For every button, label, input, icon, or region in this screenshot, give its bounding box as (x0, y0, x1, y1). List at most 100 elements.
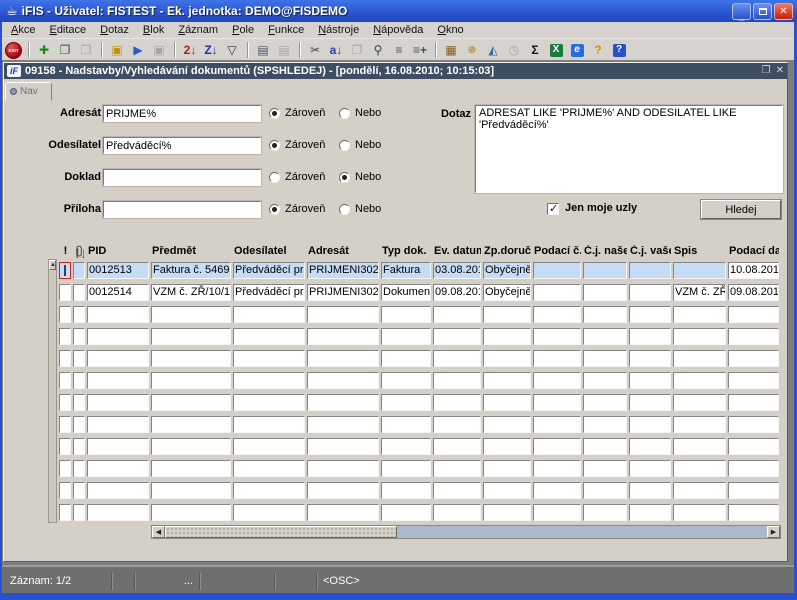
table-cell[interactable] (73, 371, 85, 389)
horizontal-scrollbar[interactable]: ◀ ▶ (151, 525, 781, 539)
table-cell[interactable] (629, 327, 671, 345)
table-cell[interactable] (629, 261, 671, 279)
table-cell[interactable] (673, 459, 726, 477)
table-cell[interactable] (433, 305, 481, 323)
table-cell[interactable] (433, 393, 481, 411)
table-cell[interactable]: 09.08.2010 (433, 283, 481, 301)
table-cell[interactable] (381, 349, 431, 367)
table-cell[interactable] (433, 327, 481, 345)
context-help-button[interactable]: ? (609, 41, 629, 59)
table-cell[interactable] (629, 415, 671, 433)
record-scrollbar[interactable]: ▲ (48, 259, 57, 523)
chart-button[interactable]: ◭ (483, 41, 503, 59)
priloha-nebo-radio[interactable] (339, 204, 350, 215)
table-cell[interactable] (728, 305, 779, 323)
table-cell[interactable] (233, 393, 305, 411)
table-cell[interactable] (583, 305, 627, 323)
table-cell[interactable] (728, 393, 779, 411)
table-cell[interactable] (673, 349, 726, 367)
table-cell[interactable] (483, 327, 531, 345)
table-cell[interactable] (59, 349, 71, 367)
table-cell[interactable]: 0012514 (87, 283, 149, 301)
table-cell[interactable] (483, 393, 531, 411)
table-cell[interactable] (151, 437, 231, 455)
table-cell[interactable] (233, 437, 305, 455)
table-cell[interactable] (381, 459, 431, 477)
table-cell[interactable] (151, 503, 231, 521)
table-cell[interactable] (307, 371, 379, 389)
helm-button[interactable]: ✵ (462, 41, 482, 59)
table-cell[interactable]: VZM č. ZŘ/0 (673, 283, 726, 301)
table-cell[interactable] (151, 349, 231, 367)
table-cell[interactable] (483, 371, 531, 389)
table-cell[interactable] (59, 283, 71, 301)
table-cell[interactable] (59, 503, 71, 521)
table-cell[interactable] (433, 503, 481, 521)
table-cell[interactable] (59, 393, 71, 411)
table-cell[interactable] (673, 393, 726, 411)
table-cell[interactable] (233, 327, 305, 345)
table-cell[interactable] (73, 393, 85, 411)
table-cell[interactable] (728, 481, 779, 499)
table-cell[interactable] (87, 481, 149, 499)
table-cell[interactable] (533, 437, 581, 455)
table-cell[interactable] (533, 327, 581, 345)
table-cell[interactable] (87, 305, 149, 323)
table-cell[interactable] (583, 327, 627, 345)
minimize-button[interactable]: _ (732, 2, 751, 21)
table-cell[interactable] (307, 437, 379, 455)
table-cell[interactable] (59, 327, 71, 345)
table-cell[interactable]: Faktura (381, 261, 431, 279)
list-of-values-button[interactable]: ≡ (389, 41, 409, 59)
table-cell[interactable] (233, 349, 305, 367)
table-cell[interactable] (73, 503, 85, 521)
table-cell[interactable] (583, 415, 627, 433)
table-cell[interactable]: PRIJMENI3028 Zde (307, 283, 379, 301)
table-cell[interactable] (728, 503, 779, 521)
sort-ascending-button[interactable]: 2↓ (180, 41, 200, 59)
table-cell[interactable] (483, 305, 531, 323)
table-cell[interactable] (533, 305, 581, 323)
table-cell[interactable] (233, 503, 305, 521)
table-cell[interactable]: VZM č. ZŘ/10/153/002 (151, 283, 231, 301)
table-cell[interactable] (673, 503, 726, 521)
table-cell[interactable] (87, 371, 149, 389)
mdi-titlebar[interactable]: iF 09158 - Nadstavby/Vyhledávání dokumen… (4, 63, 787, 79)
table-cell[interactable] (433, 481, 481, 499)
adresat-nebo-radio[interactable] (339, 108, 350, 119)
help-button[interactable]: ? (588, 41, 608, 59)
table-cell[interactable] (583, 261, 627, 279)
scroll-right-icon[interactable]: ▶ (767, 526, 780, 538)
sum-button[interactable]: Σ (525, 41, 545, 59)
table-cell[interactable]: 0012513 (87, 261, 149, 279)
table-cell[interactable] (307, 415, 379, 433)
table-cell[interactable] (73, 481, 85, 499)
table-cell[interactable] (673, 261, 726, 279)
dotaz-textarea[interactable]: ADRESAT LIKE 'PRIJME%' AND ODESILATEL LI… (474, 104, 784, 194)
table-cell[interactable] (151, 415, 231, 433)
table-cell[interactable] (151, 305, 231, 323)
table-cell[interactable] (233, 305, 305, 323)
table-cell[interactable] (483, 459, 531, 477)
list-add-button[interactable]: ≡+ (410, 41, 430, 59)
window-titlebar[interactable]: ☕ iFIS - Uživatel: FISTEST - Ek. jednotk… (0, 0, 797, 22)
table-cell[interactable] (673, 305, 726, 323)
scrollbar-track[interactable] (397, 526, 767, 538)
table-cell[interactable] (673, 437, 726, 455)
table-cell[interactable] (381, 503, 431, 521)
table-cell[interactable] (433, 349, 481, 367)
table-cell[interactable] (728, 437, 779, 455)
adresat-zaroven-radio[interactable] (269, 108, 280, 119)
table-cell[interactable] (381, 481, 431, 499)
table-cell[interactable] (533, 459, 581, 477)
table-cell[interactable] (673, 371, 726, 389)
table-cell[interactable] (629, 437, 671, 455)
table-cell[interactable] (73, 305, 85, 323)
table-cell[interactable] (73, 349, 85, 367)
table-cell[interactable] (583, 283, 627, 301)
table-cell[interactable] (629, 305, 671, 323)
table-cell[interactable] (629, 503, 671, 521)
table-cell[interactable] (307, 503, 379, 521)
sort-descending-button[interactable]: Z↓ (201, 41, 221, 59)
table-cell[interactable] (307, 327, 379, 345)
